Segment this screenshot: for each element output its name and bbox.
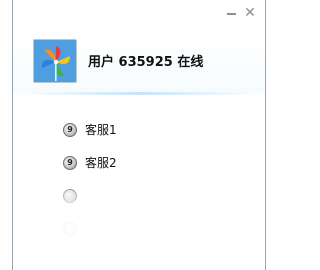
user-status-text: 用户 635925 在线: [88, 55, 204, 70]
user-header: 用户 635925 在线: [13, 30, 265, 95]
close-button[interactable]: ✕: [243, 6, 257, 20]
minimize-button[interactable]: [225, 6, 239, 20]
fade-overlay: [13, 178, 265, 270]
title-bar[interactable]: ✕: [13, 0, 265, 30]
service-icon: [63, 189, 77, 203]
chat-window: ✕ 用户 635925 在线 9 客服1 9 客服2: [12, 0, 266, 270]
service-icon: [63, 222, 77, 236]
contact-label: 客服2: [85, 156, 117, 170]
contact-label: 客服1: [85, 123, 117, 137]
service-icon: 9: [63, 123, 77, 137]
pinwheel-avatar-icon: [33, 39, 77, 83]
service-icon: 9: [63, 156, 77, 170]
